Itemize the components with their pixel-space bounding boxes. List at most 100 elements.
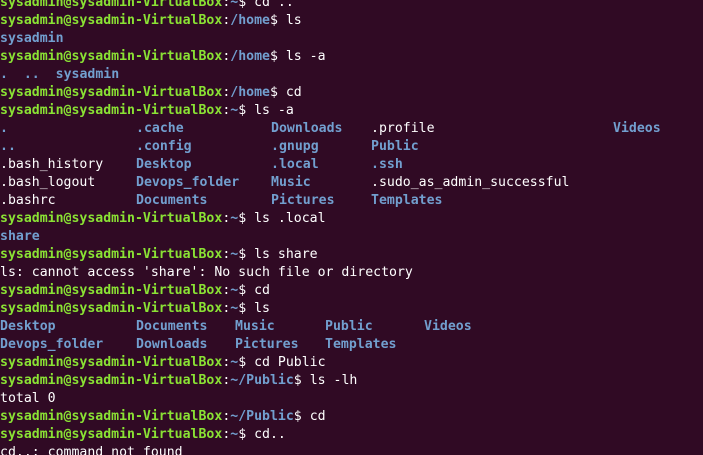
directory-entry: Documents (136, 319, 208, 334)
prompt-user-host: sysadmin@sysadmin-VirtualBox (0, 283, 223, 298)
command-text: ls -a (254, 103, 294, 118)
directory-entry: .local (271, 157, 319, 172)
command-text: cd (309, 409, 326, 424)
directory-entry: Templates (371, 193, 443, 208)
file-entry: .profile (371, 121, 435, 136)
directory-entry: Public (325, 319, 373, 334)
prompt-path: ~ (230, 211, 239, 226)
prompt-line: sysadmin@sysadmin-VirtualBox:~$ ls share (0, 247, 318, 262)
directory-entry: .config (136, 139, 192, 154)
prompt-path: /home (230, 49, 270, 64)
directory-entry: Pictures (235, 337, 299, 352)
directory-entry: Documents (136, 193, 208, 208)
output-line: sysadmin (0, 30, 703, 48)
directory-entry: .gnupg (271, 139, 319, 154)
prompt-user-host: sysadmin@sysadmin-VirtualBox (0, 247, 223, 262)
prompt-line: sysadmin@sysadmin-VirtualBox:/home$ cd (0, 85, 302, 100)
prompt-path: ~ (230, 247, 239, 262)
output-text: ls: cannot access 'share': No such file … (0, 265, 413, 280)
command-text: cd Public (254, 355, 326, 370)
output-text: total 0 (0, 391, 56, 406)
directory-entry: .. (23, 67, 40, 82)
file-entry: .bashrc (0, 193, 56, 208)
directory-entry: Downloads (136, 337, 208, 352)
output-line: . .. sysadmin (0, 66, 703, 84)
prompt-line: sysadmin@sysadmin-VirtualBox:/home$ ls -… (0, 49, 326, 64)
output-text: cd..: command not found (0, 445, 183, 455)
prompt-line: sysadmin@sysadmin-VirtualBox:~$ cd (0, 283, 270, 298)
prompt-user-host: sysadmin@sysadmin-VirtualBox (0, 301, 223, 316)
prompt-user-host: sysadmin@sysadmin-VirtualBox (0, 103, 223, 118)
directory-entry: Desktop (136, 157, 192, 172)
prompt-user-host: sysadmin@sysadmin-VirtualBox (0, 49, 223, 64)
output-line: share (0, 228, 703, 246)
directory-entry: .ssh (371, 157, 403, 172)
prompt-path: /home (230, 13, 270, 28)
prompt-path: ~ (230, 283, 239, 298)
prompt-line: sysadmin@sysadmin-VirtualBox:~$ cd .. (0, 0, 703, 12)
command-text: ls share (254, 247, 318, 262)
prompt-user-host: sysadmin@sysadmin-VirtualBox (0, 0, 223, 10)
prompt-user-host: sysadmin@sysadmin-VirtualBox (0, 409, 223, 424)
prompt-path: ~/Public (230, 409, 294, 424)
prompt-line: sysadmin@sysadmin-VirtualBox:~$ ls -a (0, 103, 294, 118)
prompt-user-host: sysadmin@sysadmin-VirtualBox (0, 211, 223, 226)
command-text: cd .. (254, 0, 294, 10)
directory-entry: Downloads (271, 121, 343, 136)
command-text: ls .local (254, 211, 326, 226)
directory-entry: sysadmin (0, 31, 64, 46)
prompt-user-host: sysadmin@sysadmin-VirtualBox (0, 427, 223, 442)
directory-entry: Devops_folder (136, 175, 240, 190)
terminal-window[interactable]: sysadmin@sysadmin-VirtualBox:~$ cd .. sys… (0, 0, 703, 455)
prompt-path: ~ (230, 0, 239, 10)
directory-entry: Videos (613, 121, 661, 136)
output-line: .bash_logout Devops_folder Music .sudo_as_a… (0, 174, 703, 192)
output-line: .. .config .gnupg Public (0, 138, 703, 156)
prompt-user-host: sysadmin@sysadmin-VirtualBox (0, 85, 223, 100)
prompt-line: sysadmin@sysadmin-VirtualBox:~/Public$ c… (0, 409, 326, 424)
file-entry: .bash_logout (0, 175, 96, 190)
command-text: ls (285, 13, 302, 28)
command-text: ls (254, 301, 270, 316)
output-line: cd..: command not found (0, 444, 703, 455)
directory-entry: Devops_folder (0, 337, 104, 352)
command-text: cd (285, 85, 302, 100)
prompt-line: sysadmin@sysadmin-VirtualBox:~$ cd Publi… (0, 355, 326, 370)
directory-entry: Templates (325, 337, 397, 352)
directory-entry: sysadmin (55, 67, 120, 82)
output-line: total 0 (0, 390, 703, 408)
prompt-path: ~/Public (230, 373, 294, 388)
prompt-path: ~ (230, 427, 239, 442)
file-entry: .bash_history (0, 157, 104, 172)
command-text: cd (254, 283, 270, 298)
directory-entry: .. (0, 139, 16, 154)
command-text: ls -a (285, 49, 326, 64)
prompt-path: /home (230, 85, 270, 100)
directory-entry: Desktop (0, 319, 56, 334)
directory-entry: . (0, 121, 8, 136)
output-line: ls: cannot access 'share': No such file … (0, 264, 703, 282)
command-text: ls -lh (309, 373, 358, 388)
output-line: .bashrc Documents Pictures Templates (0, 192, 703, 210)
prompt-line: sysadmin@sysadmin-VirtualBox:/home$ ls (0, 13, 302, 28)
prompt-user-host: sysadmin@sysadmin-VirtualBox (0, 13, 223, 28)
directory-entry: Public (371, 139, 419, 154)
prompt-path: ~ (230, 301, 239, 316)
file-entry: .sudo_as_admin_successful (371, 175, 570, 190)
prompt-line: sysadmin@sysadmin-VirtualBox:~/Public$ l… (0, 373, 358, 388)
prompt-line: sysadmin@sysadmin-VirtualBox:~$ cd.. (0, 427, 286, 442)
prompt-path: ~ (230, 355, 239, 370)
prompt-path: ~ (230, 103, 239, 118)
directory-entry: share (0, 229, 40, 244)
prompt-user-host: sysadmin@sysadmin-VirtualBox (0, 373, 223, 388)
prompt-line: sysadmin@sysadmin-VirtualBox:~$ ls (0, 301, 270, 316)
output-line: Desktop Documents Music Public Videos (0, 318, 703, 336)
directory-entry: . (0, 67, 8, 82)
prompt-line: sysadmin@sysadmin-VirtualBox:~$ ls .loca… (0, 211, 326, 226)
directory-entry: Pictures (271, 193, 335, 208)
prompt-user-host: sysadmin@sysadmin-VirtualBox (0, 355, 223, 370)
directory-entry: Videos (424, 319, 472, 334)
directory-entry: Music (235, 319, 275, 334)
command-text: cd.. (254, 427, 286, 442)
output-line: . .cache Downloads .profile Videos (0, 120, 703, 138)
